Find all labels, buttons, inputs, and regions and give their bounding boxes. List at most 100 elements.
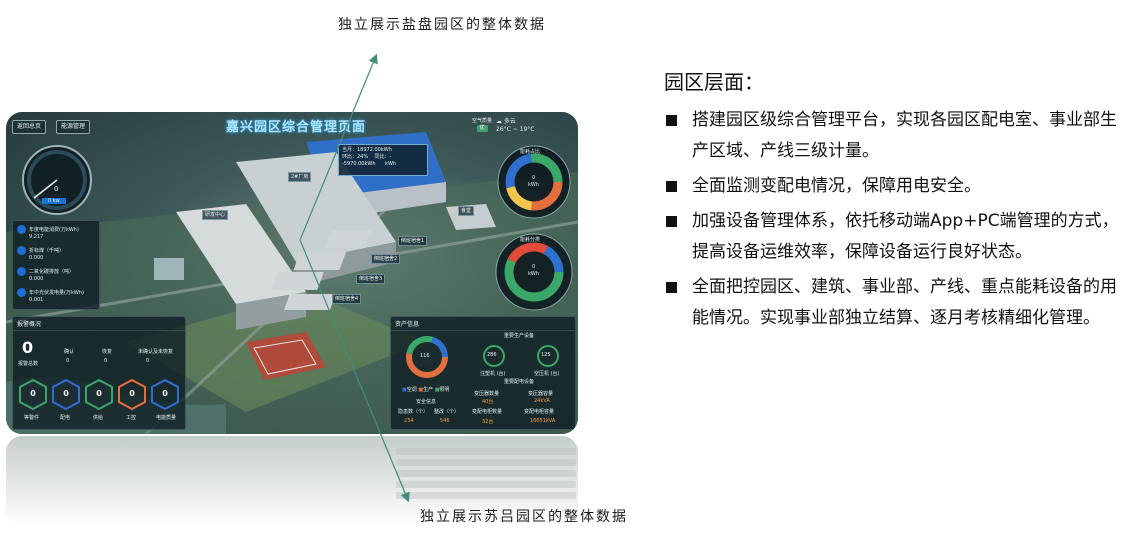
gauge-value: 0: [54, 185, 59, 193]
bullet-icon: [666, 282, 677, 293]
donut-top-value: 0: [532, 175, 536, 181]
metric-1: 年度电能消费(万kWh) 9.217: [17, 225, 79, 241]
prod-a-label: 注塑机 (台): [480, 371, 506, 377]
description-item-1: 搭建园区级综合管理平台，实现各园区配电室、事业部生产区域、产线三级计量。: [664, 105, 1130, 167]
alarm-col-2-value: 0: [104, 358, 108, 364]
prod-title: 重要生产设备: [504, 333, 535, 339]
metric-3: 二氧化碳排放（吨） 0.000: [17, 267, 74, 283]
safety-b-label: 整改（个）: [434, 409, 460, 415]
label-dorm-4[interactable]: 倒班宿舍4: [332, 294, 362, 304]
bullet-icon: [666, 115, 677, 126]
metric-2-label: 折标煤（千吨）: [29, 248, 65, 254]
tr-a-label: 变压器数量: [474, 391, 500, 397]
dashboard-screenshot: 返回总页 能源管理 嘉兴园区综合管理页面 空气质量 优 ☁ 多云 26°C ~ …: [6, 112, 578, 434]
donut-bottom-value: 0: [532, 264, 536, 270]
label-dorm-1[interactable]: 倒班宿舍1: [398, 236, 428, 246]
alarm-total: 0: [22, 338, 34, 357]
label-canteen[interactable]: 食堂: [458, 206, 475, 216]
dashboard-reflection: [6, 436, 578, 526]
alarm-panel: 报警概况: [12, 316, 186, 430]
solar-icon: [17, 288, 26, 297]
alarm-type-4-label: 工控: [126, 415, 137, 421]
assets-legend-3: 照明: [439, 387, 450, 393]
metric-3-value: 0.000: [29, 276, 44, 282]
coal-icon: [17, 246, 26, 255]
alarm-type-1-label: 等警件: [24, 415, 40, 421]
description-list: 搭建园区级综合管理平台，实现各园区配电室、事业部生产区域、产线三级计量。 全面监…: [664, 105, 1130, 334]
alarm-col-2: 恢复: [102, 349, 113, 355]
air-quality: 空气质量 优: [472, 118, 492, 132]
metric-2: 折标煤（千吨） 0.000: [17, 246, 64, 262]
donut-bottom-center: kWh: [528, 271, 540, 277]
alarm-type-3-label: 供给: [93, 415, 104, 421]
metric-4: 年中光伏发电量(万kWh) 0.001: [17, 288, 84, 304]
donut-top-center: kWh: [528, 182, 540, 188]
caption-top: 独立展示盐盘园区的整体数据: [338, 17, 546, 33]
tr-b-label: 变压器容量: [528, 391, 554, 397]
energy-button[interactable]: 能源管理: [56, 120, 91, 134]
back-button[interactable]: 返回总页: [12, 120, 47, 134]
metric-4-label: 年中光伏发电量(万kWh): [29, 290, 84, 296]
alarm-type-1-value: 0: [30, 389, 36, 398]
gauge-unit: 0 kw: [42, 198, 66, 204]
assets-legend: ■空调 ■生产 ■照明: [402, 387, 450, 393]
donut-top-title: 能耗占比: [520, 149, 541, 155]
label-dorm-3[interactable]: 倒班宿舍3: [356, 274, 386, 284]
tr-d-value: 16651kVA: [530, 418, 556, 424]
tr-c-value: 32台: [482, 419, 494, 425]
safety-title: 安全信息: [416, 399, 437, 405]
assets-donut-center: 116: [420, 353, 430, 359]
bullet-icon: [666, 181, 677, 192]
prod-a-value: 286: [487, 352, 497, 358]
assets-legend-2: 生产: [423, 387, 434, 393]
metric-4-value: 0.001: [29, 297, 44, 303]
alarm-type-3-value: 0: [96, 389, 102, 398]
bullet-icon: [666, 216, 677, 227]
prod-b-value: 125: [541, 352, 551, 358]
air-quality-badge: 优: [476, 125, 488, 132]
metrics-panel: 年度电能消费(万kWh) 9.217 折标煤（千吨） 0.000 二氧化碳排放（吨）…: [12, 220, 100, 310]
safety-a-value: 234: [404, 418, 414, 424]
description-item-2-text: 全面监测变配电情况，保障用电安全。: [692, 176, 981, 196]
dashboard-title: 嘉兴园区综合管理页面: [225, 120, 366, 135]
power-gauge: [22, 145, 92, 215]
popup-line-3: 同比：-: [374, 154, 392, 160]
cloud-icon: ☁: [496, 118, 502, 125]
label-rd-center[interactable]: 研发中心: [202, 210, 229, 220]
alarm-col-3: 未确认及未恢复: [138, 349, 174, 355]
metric-2-value: 0.000: [29, 255, 44, 261]
popup-line-1: 当月：18972.00kWh: [342, 147, 392, 153]
assets-title: 资产信息: [391, 317, 575, 331]
tr-b-value: 24kVA: [534, 398, 550, 404]
description-item-3-text: 加强设备管理体系，依托移动端App+PC端管理的方式，提高设备运维效率，保障设备…: [692, 211, 1119, 262]
tr-c-label: 变配电柜数量: [472, 409, 503, 415]
label-factory-2[interactable]: 2#厂房: [288, 172, 312, 182]
weather: ☁ 多云 26°C ~ 19°C: [496, 118, 535, 134]
popup-line-4: -5970.00kWh: [342, 161, 376, 167]
metric-1-label: 年度电能消费(万kWh): [29, 227, 79, 233]
description-item-4: 全面把控园区、建筑、事业部、产线、重点能耗设备的用能情况。实现事业部独立结算、逐…: [664, 272, 1130, 334]
weather-temp: 26°C ~ 19°C: [496, 126, 535, 133]
safety-b-value: 546: [440, 418, 450, 424]
alarm-type-2-label: 配电: [60, 415, 71, 421]
metric-3-label: 二氧化碳排放（吨）: [29, 269, 75, 275]
metric-1-value: 9.217: [29, 234, 44, 240]
donut-bottom-title: 能耗分类: [520, 237, 541, 243]
tr-a-value: 40台: [482, 399, 494, 405]
energy-icon: [17, 225, 26, 234]
alarm-title: 报警概况: [13, 317, 185, 331]
alarm-type-2-value: 0: [63, 389, 69, 398]
power-eq-title: 重要配电设备: [504, 379, 535, 385]
alarm-type-5-label: 电能质量: [156, 415, 177, 421]
popup-line-2: 环比：24%: [342, 154, 369, 160]
alarm-type-5-value: 0: [162, 389, 168, 398]
alarm-col-1: 确认: [64, 349, 75, 355]
label-dorm-2[interactable]: 倒班宿舍2: [371, 254, 401, 264]
alarm-col-1-value: 0: [66, 358, 70, 364]
prod-b-label: 空压机 (台): [534, 371, 560, 377]
description-item-2: 全面监测变配电情况，保障用电安全。: [664, 171, 1130, 202]
alarm-type-4-value: 0: [129, 389, 135, 398]
description-item-1-text: 搭建园区级综合管理平台，实现各园区配电室、事业部生产区域、产线三级计量。: [692, 110, 1117, 161]
co2-icon: [17, 267, 26, 276]
alarm-col-3-value: 0: [146, 358, 150, 364]
